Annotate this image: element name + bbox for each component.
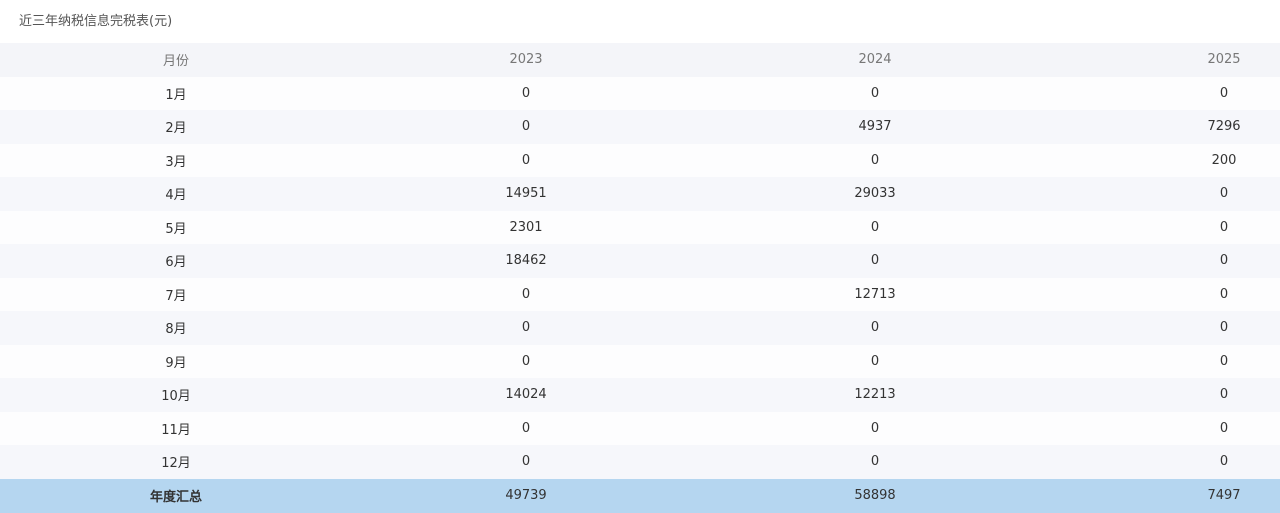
value-cell-2023: 0	[521, 119, 531, 135]
total-cell-2023: 49739	[505, 488, 547, 503]
value-cell-2025: 0	[1219, 286, 1229, 302]
value-cell-2024: 0	[870, 85, 880, 101]
month-cell: 1月	[165, 87, 187, 103]
table-row: 5月 2301 0 0	[0, 210, 1280, 244]
value-cell-2024: 0	[870, 454, 880, 470]
tax-table: 月份 2023 2024 2025 1月 0 0 0 2月 0 4937 729…	[0, 43, 1280, 513]
value-cell-2023: 14951	[505, 186, 547, 202]
table-row: 10月 14024 12213 0	[0, 378, 1280, 412]
table-row: 4月 14951 29033 0	[0, 177, 1280, 211]
table-row: 7月 0 12713 0	[0, 277, 1280, 311]
value-cell-2024: 0	[870, 219, 880, 235]
table-title: 近三年纳税信息完税表(元)	[19, 14, 173, 29]
table-row: 3月 0 0 200	[0, 143, 1280, 177]
value-cell-2023: 2301	[509, 219, 543, 235]
table-row: 12月 0 0 0	[0, 445, 1280, 479]
month-cell: 5月	[165, 221, 187, 237]
value-cell-2025: 0	[1219, 253, 1229, 269]
total-cell-2024: 58898	[854, 488, 896, 503]
value-cell-2025: 0	[1219, 320, 1229, 336]
value-cell-2025: 200	[1211, 152, 1237, 168]
header-2025: 2025	[1207, 52, 1241, 68]
month-cell: 10月	[161, 389, 191, 405]
value-cell-2023: 14024	[505, 387, 547, 403]
table-row: 1月 0 0 0	[0, 76, 1280, 110]
value-cell-2024: 12713	[854, 286, 896, 302]
table-row: 8月 0 0 0	[0, 311, 1280, 345]
value-cell-2025: 0	[1219, 420, 1229, 436]
annual-total-row: 年度汇总 49739 58898 7497	[0, 478, 1280, 513]
value-cell-2025: 7296	[1207, 119, 1241, 135]
month-cell: 7月	[165, 288, 187, 304]
table-row: 6月 18462 0 0	[0, 244, 1280, 278]
annual-total-label: 年度汇总	[149, 490, 202, 505]
value-cell-2025: 0	[1219, 186, 1229, 202]
value-cell-2025: 0	[1219, 219, 1229, 235]
value-cell-2024: 4937	[858, 119, 892, 135]
month-cell: 8月	[165, 322, 187, 338]
value-cell-2023: 0	[521, 286, 531, 302]
month-cell: 11月	[161, 422, 191, 438]
value-cell-2023: 18462	[505, 253, 547, 269]
table-row: 2月 0 4937 7296	[0, 110, 1280, 144]
month-cell: 6月	[165, 255, 187, 271]
value-cell-2023: 0	[521, 454, 531, 470]
table-row: 9月 0 0 0	[0, 344, 1280, 378]
value-cell-2023: 0	[521, 353, 531, 369]
total-cell-2025: 7497	[1207, 488, 1241, 503]
header-2024: 2024	[858, 52, 892, 68]
header-2023: 2023	[509, 52, 543, 68]
value-cell-2025: 0	[1219, 353, 1229, 369]
value-cell-2024: 0	[870, 253, 880, 269]
value-cell-2024: 0	[870, 152, 880, 168]
tax-table-panel: 近三年纳税信息完税表(元) 月份 2023 2024 2025 1月 0 0 0…	[0, 0, 1280, 513]
value-cell-2023: 0	[521, 85, 531, 101]
value-cell-2025: 0	[1219, 387, 1229, 403]
header-month: 月份	[162, 54, 189, 70]
month-cell: 2月	[165, 121, 187, 137]
month-cell: 9月	[165, 355, 187, 371]
table-row: 11月 0 0 0	[0, 411, 1280, 445]
month-cell: 3月	[165, 154, 187, 170]
month-cell: 12月	[161, 456, 191, 472]
value-cell-2024: 0	[870, 353, 880, 369]
table-header-row: 月份 2023 2024 2025	[0, 43, 1280, 77]
value-cell-2024: 12213	[854, 387, 896, 403]
value-cell-2023: 0	[521, 320, 531, 336]
value-cell-2024: 29033	[854, 186, 896, 202]
value-cell-2025: 0	[1219, 454, 1229, 470]
value-cell-2024: 0	[870, 320, 880, 336]
month-cell: 4月	[165, 188, 187, 204]
value-cell-2025: 0	[1219, 85, 1229, 101]
value-cell-2023: 0	[521, 420, 531, 436]
value-cell-2024: 0	[870, 420, 880, 436]
value-cell-2023: 0	[521, 152, 531, 168]
